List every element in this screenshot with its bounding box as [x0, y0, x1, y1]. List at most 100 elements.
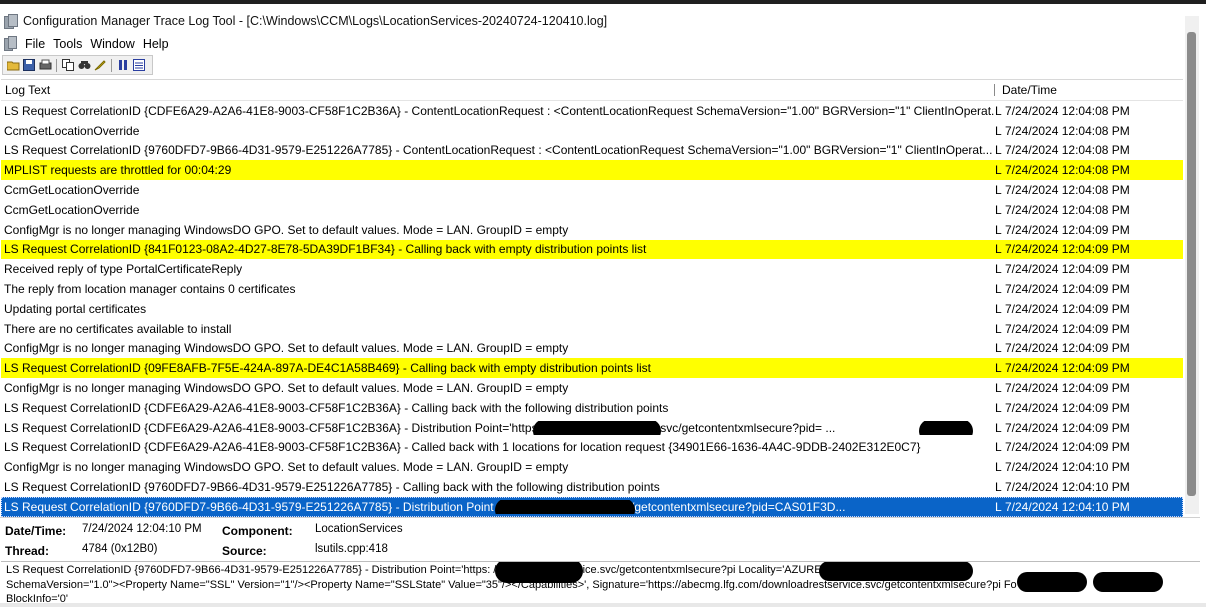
date-time-cell: 7/24/2024 12:04:09 PM	[1005, 242, 1130, 257]
date-time-cell: 7/24/2024 12:04:09 PM	[1005, 400, 1130, 415]
component-cell: L	[995, 242, 1002, 257]
log-row[interactable]: LS Request CorrelationID {09FE8AFB-7F5E-…	[1, 358, 1183, 379]
redaction-mark	[495, 499, 635, 514]
log-row[interactable]: ConfigMgr is no longer managing WindowsD…	[1, 457, 1183, 477]
log-row[interactable]: LS Request CorrelationID {CDFE6A29-A2A6-…	[1, 101, 1183, 121]
log-text-cell: LS Request CorrelationID {CDFE6A29-A2A6-…	[4, 400, 669, 415]
log-text-cell: LS Request CorrelationID {CDFE6A29-A2A6-…	[4, 440, 921, 455]
source-label: Source:	[222, 544, 267, 558]
date-time-cell: 7/24/2024 12:04:09 PM	[1005, 282, 1130, 297]
log-row[interactable]: CcmGetLocationOverride L 7/24/2024 12:04:0…	[1, 200, 1183, 220]
log-row[interactable]: LS Request CorrelationID {9760DFD7-9B66-…	[1, 477, 1183, 497]
log-text-cell: LS Request CorrelationID {841F0123-08A2-…	[4, 242, 647, 257]
date-time-cell: 7/24/2024 12:04:08 PM	[1005, 183, 1130, 198]
log-text-cell: ConfigMgr is no longer managing WindowsD…	[4, 222, 569, 237]
component-value: LocationServices	[315, 523, 403, 535]
print-icon[interactable]	[38, 58, 52, 72]
date-time-cell: 7/24/2024 12:04:09 PM	[1005, 301, 1130, 316]
date-time-cell: 7/24/2024 12:04:09 PM	[1005, 420, 1130, 435]
log-row[interactable]: The reply from location manager contains…	[1, 279, 1183, 299]
find-icon[interactable]	[77, 58, 91, 72]
component-cell: L	[995, 420, 1002, 435]
component-cell: L	[995, 282, 1002, 297]
log-row[interactable]: There are no certificates available to i…	[1, 319, 1183, 339]
log-text-cell: LS Request CorrelationID {CDFE6A29-A2A6-…	[1, 420, 995, 435]
log-text-cell: CcmGetLocationOverride	[4, 202, 140, 217]
bottom-edge	[0, 603, 1206, 607]
open-icon[interactable]	[6, 58, 20, 72]
log-row[interactable]: CcmGetLocationOverride L 7/24/2024 12:04:0…	[1, 121, 1183, 141]
date-time-cell: 7/24/2024 12:04:08 PM	[1005, 123, 1130, 138]
highlight-icon[interactable]	[93, 58, 107, 72]
redaction-mark	[819, 562, 973, 581]
menu-help[interactable]: Help	[143, 37, 169, 51]
component-cell: L	[995, 440, 1002, 455]
scrollbar-thumb[interactable]	[1187, 32, 1196, 496]
pause-icon[interactable]	[116, 58, 130, 72]
log-row[interactable]: CcmGetLocationOverride L 7/24/2024 12:04:0…	[1, 180, 1183, 200]
document-icon	[3, 36, 19, 52]
source-value: lsutils.cpp:418	[315, 543, 388, 555]
message-pane[interactable]: LS Request CorrelationID {9760DFD7-9B66-…	[1, 561, 1200, 607]
log-row[interactable]: Received reply of type PortalCertificate…	[1, 259, 1183, 279]
component-cell: L	[995, 103, 1002, 118]
log-row[interactable]: LS Request CorrelationID {CDFE6A29-A2A6-…	[1, 438, 1183, 458]
menu-window[interactable]: Window	[90, 37, 134, 51]
header-separator[interactable]	[994, 84, 995, 96]
header-date-time[interactable]: Date/Time	[997, 83, 1057, 97]
date-time-cell: 7/24/2024 12:04:10 PM	[1005, 480, 1130, 495]
log-text-cell: ConfigMgr is no longer managing WindowsD…	[4, 341, 569, 356]
log-row[interactable]: LS Request CorrelationID {9760DFD7-9B66-…	[1, 141, 1183, 161]
log-text-cell: LS Request CorrelationID {9760DFD7-9B66-…	[4, 480, 660, 495]
date-time-cell: 7/24/2024 12:04:10 PM	[1005, 499, 1130, 514]
menu-tools[interactable]: Tools	[53, 37, 82, 51]
component-cell: L	[995, 301, 1002, 316]
log-row[interactable]: Updating portal certificates L 7/24/2024 1…	[1, 299, 1183, 319]
component-cell: L	[995, 460, 1002, 475]
log-row[interactable]: MPLIST requests are throttled for 00:04:…	[1, 160, 1183, 181]
filter-icon[interactable]	[132, 58, 146, 72]
redaction-mark	[495, 562, 583, 583]
component-cell: L	[995, 183, 1002, 198]
log-row[interactable]: ConfigMgr is no longer managing WindowsD…	[1, 339, 1183, 359]
log-row[interactable]: LS Request CorrelationID {841F0123-08A2-…	[1, 239, 1183, 260]
component-cell: L	[995, 202, 1002, 217]
date-time-cell: 7/24/2024 12:04:09 PM	[1005, 341, 1130, 356]
log-text-cell: LS Request CorrelationID {9760DFD7-9B66-…	[4, 143, 993, 158]
datetime-value: 7/24/2024 12:04:10 PM	[82, 523, 202, 535]
datetime-label: Date/Time:	[5, 524, 67, 538]
log-text-cell: Received reply of type PortalCertificate…	[4, 262, 243, 277]
log-row[interactable]: LS Request CorrelationID {9760DFD7-9B66-…	[1, 496, 1183, 517]
log-row[interactable]: LS Request CorrelationID {CDFE6A29-A2A6-…	[1, 418, 1183, 438]
redaction-mark	[1093, 572, 1163, 592]
log-text-cell: LS Request CorrelationID {9760DFD7-9B66-…	[1, 499, 995, 514]
log-grid[interactable]: Log Text Date/Time LS Request Correlatio…	[1, 79, 1183, 517]
date-time-cell: 7/24/2024 12:04:10 PM	[1005, 460, 1130, 475]
date-time-cell: 7/24/2024 12:04:08 PM	[1005, 103, 1130, 118]
log-row[interactable]: ConfigMgr is no longer managing WindowsD…	[1, 220, 1183, 240]
component-cell: L	[995, 143, 1002, 158]
menu-file[interactable]: File	[25, 37, 45, 51]
component-cell: L	[995, 499, 1002, 514]
component-cell: L	[995, 262, 1002, 277]
date-time-cell: 7/24/2024 12:04:08 PM	[1005, 202, 1130, 217]
copy-icon[interactable]	[61, 58, 75, 72]
log-row[interactable]: LS Request CorrelationID {CDFE6A29-A2A6-…	[1, 398, 1183, 418]
thread-value: 4784 (0x12B0)	[82, 543, 158, 555]
date-time-cell: 7/24/2024 12:04:08 PM	[1005, 143, 1130, 158]
log-text-cell: The reply from location manager contains…	[4, 282, 296, 297]
header-log-text[interactable]: Log Text	[1, 83, 991, 97]
redaction-mark	[1017, 572, 1087, 592]
date-time-cell: 7/24/2024 12:04:09 PM	[1005, 361, 1130, 376]
save-icon[interactable]	[22, 58, 36, 72]
component-cell: L	[995, 341, 1002, 356]
date-time-cell: 7/24/2024 12:04:09 PM	[1005, 262, 1130, 277]
log-row[interactable]: ConfigMgr is no longer managing WindowsD…	[1, 378, 1183, 398]
redaction-mark	[919, 420, 973, 435]
component-cell: L	[995, 123, 1002, 138]
date-time-cell: 7/24/2024 12:04:09 PM	[1005, 381, 1130, 396]
component-cell: L	[995, 361, 1002, 376]
date-time-cell: 7/24/2024 12:04:09 PM	[1005, 222, 1130, 237]
toolbar-separator	[111, 58, 112, 72]
toolbar	[2, 55, 153, 75]
